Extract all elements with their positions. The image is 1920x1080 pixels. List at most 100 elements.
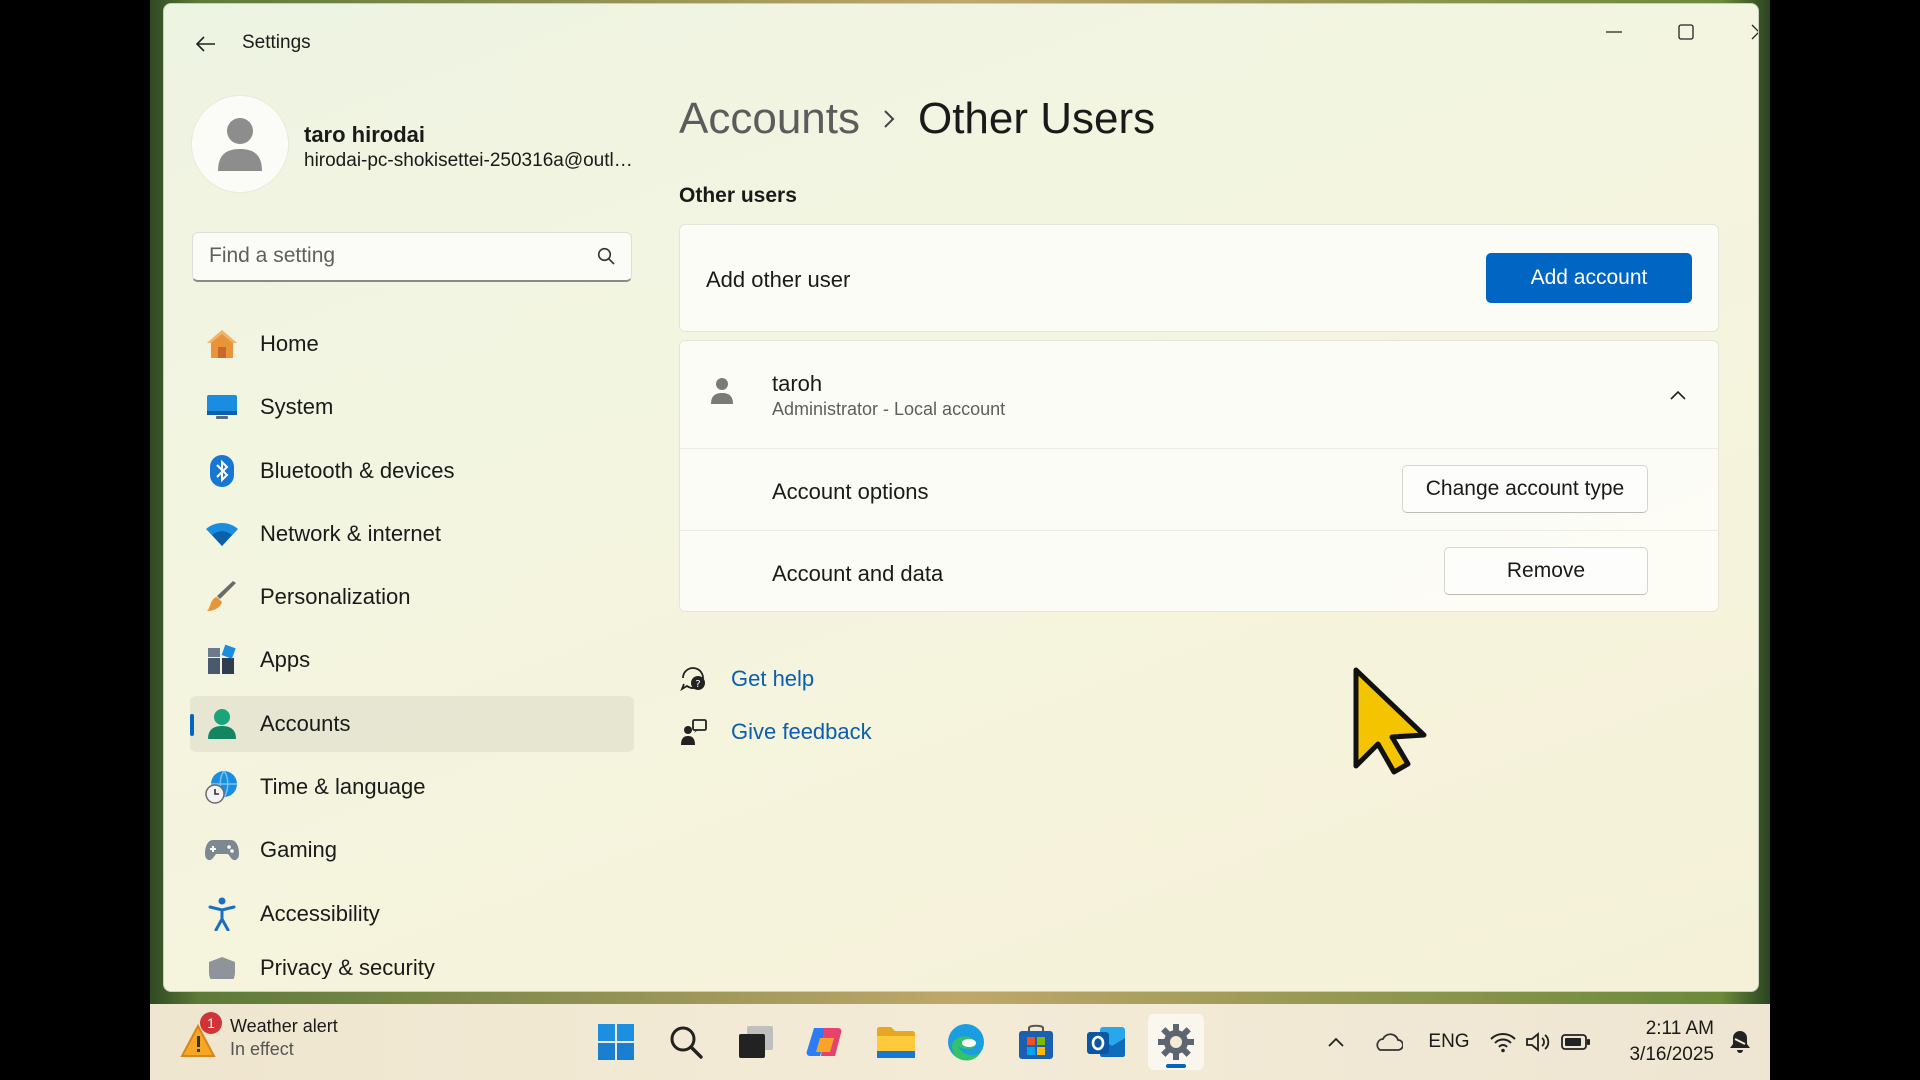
clock-time: 2:11 AM bbox=[1645, 1018, 1714, 1039]
back-arrow-icon bbox=[196, 36, 215, 52]
task-view-icon bbox=[739, 1026, 773, 1058]
notification-badge: 1 bbox=[200, 1012, 222, 1034]
breadcrumb: Accounts Other Users bbox=[679, 94, 1155, 144]
store-icon bbox=[1019, 1024, 1053, 1059]
sidebar-item-accounts[interactable]: Accounts bbox=[190, 695, 634, 752]
notification-bell-icon bbox=[1730, 1031, 1750, 1053]
account-description: Administrator - Local account bbox=[772, 399, 1006, 419]
copilot-button[interactable] bbox=[798, 1014, 854, 1070]
weather-title: Weather alert bbox=[230, 1016, 338, 1036]
gear-icon bbox=[1158, 1024, 1194, 1060]
input-language-indicator[interactable]: ENG bbox=[1420, 1024, 1478, 1060]
minimize-button[interactable] bbox=[1579, 12, 1649, 52]
search-input[interactable] bbox=[193, 233, 573, 279]
shield-icon bbox=[204, 955, 240, 979]
chevron-up-icon[interactable] bbox=[1662, 379, 1694, 411]
remove-button[interactable]: Remove bbox=[1444, 547, 1648, 595]
quick-settings-button[interactable] bbox=[1480, 1024, 1600, 1060]
settings-taskbar-button[interactable] bbox=[1148, 1014, 1204, 1070]
volume-icon bbox=[1526, 1032, 1550, 1052]
sidebar-item-accessibility[interactable]: Accessibility bbox=[190, 886, 634, 942]
add-account-button[interactable]: Add account bbox=[1486, 253, 1692, 303]
accounts-icon bbox=[204, 706, 240, 742]
settings-window: Settings taro hirodai hirodai-pc-shokise… bbox=[163, 3, 1759, 992]
cloud-icon bbox=[1376, 1033, 1403, 1051]
sidebar-item-home[interactable]: Home bbox=[190, 316, 634, 372]
title-bar: Settings bbox=[164, 4, 1758, 80]
wifi-icon bbox=[1490, 1033, 1516, 1053]
search-icon bbox=[670, 1026, 703, 1059]
weather-widget[interactable]: 1 Weather alert In effect bbox=[178, 1012, 338, 1060]
taskbar-search-button[interactable] bbox=[658, 1014, 714, 1070]
windows-logo-icon bbox=[598, 1024, 634, 1060]
breadcrumb-parent[interactable]: Accounts bbox=[679, 94, 860, 144]
clock[interactable]: 2:11 AM 3/16/2025 bbox=[1610, 1016, 1714, 1068]
edge-button[interactable] bbox=[938, 1014, 994, 1070]
section-title: Other users bbox=[679, 184, 797, 207]
start-button[interactable] bbox=[588, 1014, 644, 1070]
account-options-label: Account options bbox=[772, 479, 929, 504]
minimize-icon bbox=[1606, 31, 1622, 33]
bluetooth-icon bbox=[204, 453, 240, 489]
sidebar-item-label: Bluetooth & devices bbox=[260, 457, 455, 483]
sidebar-item-label: Home bbox=[260, 331, 319, 356]
sidebar-item-label: System bbox=[260, 394, 334, 420]
taskbar: 1 Weather alert In effect ENG 2:11 AM 3/… bbox=[150, 1004, 1770, 1080]
account-options-row: Account options Change account type bbox=[680, 449, 1718, 531]
user-email: hirodai-pc-shokisettei-250316a@outlook.c… bbox=[304, 150, 634, 171]
change-account-type-button[interactable]: Change account type bbox=[1402, 465, 1648, 513]
sidebar-item-label: Gaming bbox=[260, 837, 338, 863]
sidebar-item-label: Privacy & security bbox=[260, 954, 435, 979]
sidebar-item-bluetooth[interactable]: Bluetooth & devices bbox=[190, 443, 634, 499]
sidebar-item-time-language[interactable]: Time & language bbox=[190, 759, 634, 815]
get-help-link[interactable]: Get help bbox=[731, 666, 814, 692]
give-feedback-link[interactable]: Give feedback bbox=[731, 719, 872, 745]
onedrive-button[interactable] bbox=[1368, 1024, 1408, 1060]
search-box[interactable] bbox=[192, 232, 632, 282]
sidebar-item-gaming[interactable]: Gaming bbox=[190, 822, 634, 878]
sidebar-item-label: Apps bbox=[260, 647, 311, 673]
search-icon[interactable] bbox=[597, 247, 615, 270]
chevron-right-icon bbox=[882, 108, 896, 130]
weather-subtitle: In effect bbox=[230, 1039, 294, 1059]
task-view-button[interactable] bbox=[728, 1014, 784, 1070]
user-name: taro hirodai bbox=[304, 122, 426, 147]
user-avatar[interactable] bbox=[192, 96, 288, 192]
help-icon: ? bbox=[679, 664, 709, 694]
add-other-user-card: Add other user Add account bbox=[679, 224, 1719, 332]
app-title: Settings bbox=[242, 32, 311, 53]
notifications-button[interactable] bbox=[1722, 1024, 1758, 1060]
maximize-button[interactable] bbox=[1651, 12, 1721, 52]
sidebar-item-system[interactable]: System bbox=[190, 379, 634, 435]
sidebar-item-personalization[interactable]: Personalization bbox=[190, 569, 634, 625]
apps-icon bbox=[204, 642, 240, 678]
close-button[interactable] bbox=[1724, 12, 1758, 52]
sidebar-item-apps[interactable]: Apps bbox=[190, 632, 634, 688]
store-button[interactable] bbox=[1008, 1014, 1064, 1070]
user-account-header[interactable]: taroh Administrator - Local account bbox=[680, 341, 1718, 449]
accessibility-icon bbox=[204, 896, 240, 932]
folder-icon bbox=[877, 1027, 915, 1058]
account-data-label: Account and data bbox=[772, 561, 944, 586]
add-other-user-label: Add other user bbox=[706, 267, 851, 292]
sidebar-item-privacy[interactable]: Privacy & security bbox=[190, 949, 634, 979]
wifi-icon bbox=[204, 516, 240, 552]
person-icon bbox=[710, 377, 734, 410]
person-icon bbox=[218, 118, 262, 171]
sidebar-item-label: Time & language bbox=[260, 774, 426, 800]
back-button[interactable] bbox=[186, 26, 226, 62]
mouse-cursor-icon bbox=[1352, 666, 1428, 781]
svg-text:?: ? bbox=[695, 679, 700, 690]
brush-icon bbox=[204, 579, 240, 615]
get-help-row: ? Get help bbox=[679, 664, 814, 694]
outlook-button[interactable] bbox=[1078, 1014, 1134, 1070]
show-hidden-icons-button[interactable] bbox=[1318, 1024, 1354, 1060]
sidebar-item-network[interactable]: Network & internet bbox=[190, 506, 634, 562]
chevron-up-icon bbox=[1328, 1037, 1344, 1047]
file-explorer-button[interactable] bbox=[868, 1014, 924, 1070]
gamepad-icon bbox=[204, 832, 240, 868]
outlook-icon bbox=[1087, 1027, 1125, 1057]
battery-icon bbox=[1561, 1034, 1590, 1050]
globe-clock-icon bbox=[204, 769, 240, 805]
maximize-icon bbox=[1678, 24, 1694, 40]
